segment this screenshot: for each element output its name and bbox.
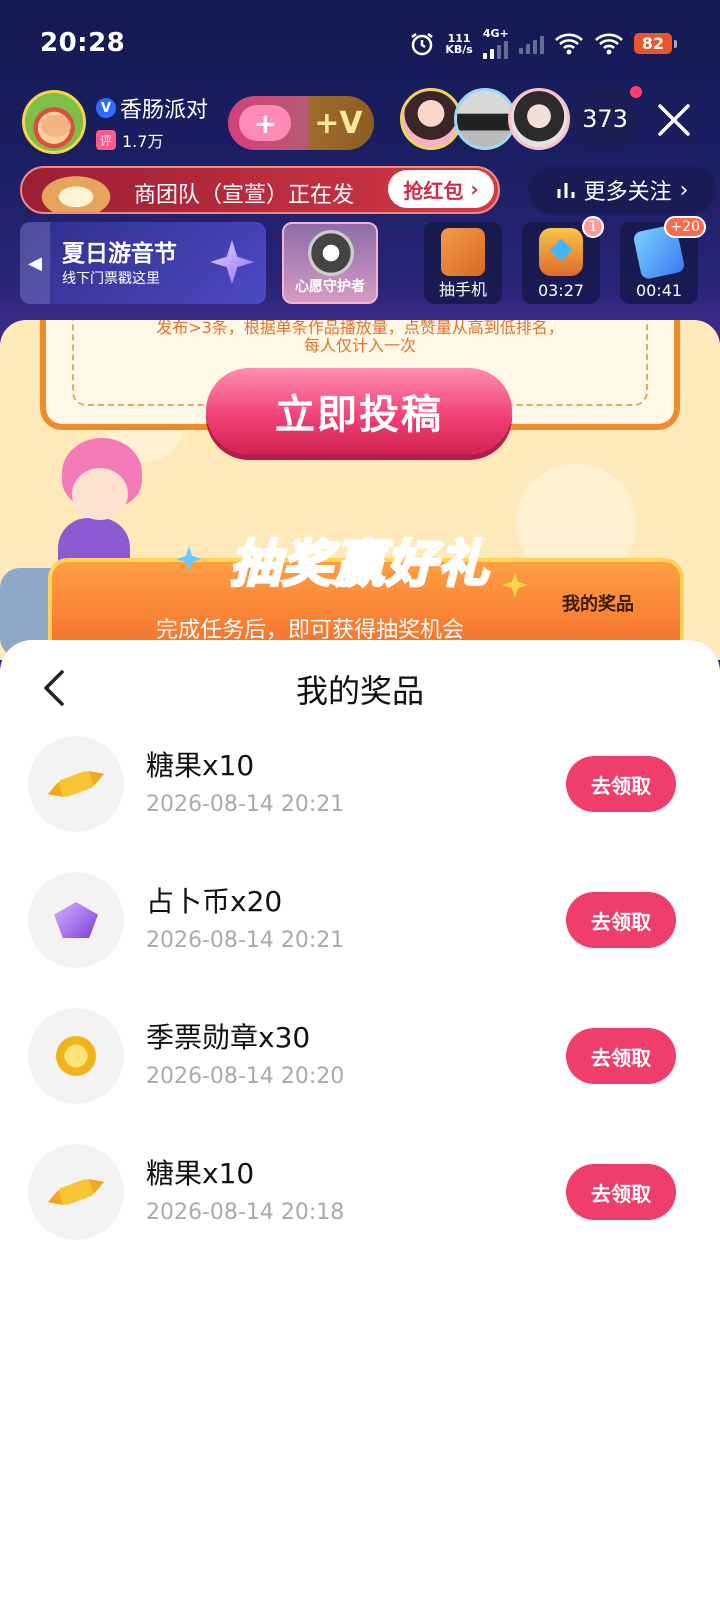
treasure-chest-activity[interactable]: 1 03:27	[522, 216, 604, 304]
mascot-face	[72, 468, 128, 520]
submit-now-button[interactable]: 立即投稿	[206, 368, 512, 454]
chest-count-badge: 1	[582, 216, 604, 238]
candy-icon	[54, 1176, 98, 1208]
collapse-left-icon[interactable]: ◀	[20, 222, 50, 304]
prize-icon-wrap	[28, 1008, 124, 1104]
festival-subtitle: 线下门票戳这里	[62, 271, 160, 287]
wifi-2-icon	[594, 33, 623, 54]
claim-button[interactable]: 去领取	[566, 1028, 676, 1084]
candy-icon	[54, 768, 98, 800]
prize-date: 2026-08-14 20:18	[146, 1200, 345, 1225]
grab-red-packet-button[interactable]: 抢红包 ›	[388, 170, 494, 208]
prize-row: 占卜币x20 2026-08-14 20:21 去领取	[0, 872, 720, 972]
viewer-avatar[interactable]	[508, 88, 570, 150]
notification-dot	[630, 86, 642, 98]
anchor-avatar[interactable]	[22, 90, 86, 154]
summer-festival-banner[interactable]: ◀ 夏日游音节 线下门票戳这里	[20, 222, 266, 304]
prize-icon-wrap	[28, 736, 124, 832]
net-speed-value: 111	[447, 31, 471, 45]
prize-icon-wrap	[28, 1144, 124, 1240]
anchor-info: V 香肠派对 评 1.7万	[96, 92, 208, 152]
prize-row: 季票勋章x30 2026-08-14 20:20 去领取	[0, 1008, 720, 1108]
wish-guardian-label: 心愿守护者	[295, 279, 365, 295]
angel-icon	[28, 168, 124, 212]
wifi-icon	[554, 33, 583, 54]
my-prizes-link[interactable]: 我的奖品	[562, 590, 634, 616]
festival-title: 夏日游音节	[62, 241, 177, 267]
prize-name: 糖果x10	[146, 1157, 255, 1190]
prize-row: 糖果x10 2026-08-14 20:21 去领取	[0, 736, 720, 836]
net-speed-unit: KB/s	[445, 42, 473, 56]
net-speed: 111 KB/s	[445, 33, 472, 55]
phone-icon	[441, 228, 485, 276]
ticket-bonus-badge: +20	[664, 216, 706, 238]
close-icon[interactable]	[652, 98, 696, 142]
prize-name: 糖果x10	[146, 749, 255, 782]
viewer-count[interactable]: 373	[572, 86, 638, 152]
prize-name: 占卜币x20	[146, 885, 283, 918]
anchor-name-row: V 香肠派对	[96, 92, 208, 124]
prize-name: 季票勋章x30	[146, 1021, 311, 1054]
follow-button[interactable]: + +V	[228, 96, 374, 150]
chest-timer: 03:27	[537, 281, 585, 300]
claim-button[interactable]: 去领取	[566, 892, 676, 948]
viewer-avatar[interactable]	[454, 88, 516, 150]
cell-signal: 4G+	[482, 27, 509, 59]
chevron-right-icon: ›	[463, 177, 479, 201]
chevron-right-icon: ›	[679, 177, 689, 203]
network-type: 4G+	[482, 27, 509, 40]
follow-v-label: +V	[314, 105, 363, 141]
sheet-title: 我的奖品	[295, 672, 424, 710]
event-webview: 发布>3条，根据单条作品播放量，点赞量从高到低排名， 每人仅计入一次 立即投稿 …	[0, 320, 720, 660]
anchor-sub-row: 评 1.7万	[96, 128, 208, 152]
my-prizes-sheet: 我的奖品 糖果x10 2026-08-14 20:21 去领取 占卜币x20 2…	[0, 640, 720, 1600]
lucky-phone-activity[interactable]: 抽手机	[424, 222, 502, 304]
status-bar: 20:28 111 KB/s 4G+ 82	[0, 0, 720, 90]
ticket-activity[interactable]: +20 00:41	[620, 216, 706, 304]
battery-icon: 82	[633, 33, 678, 54]
rating-badge: 评	[96, 130, 116, 150]
heart-plus-icon: +	[239, 105, 292, 141]
ticket-timer: 00:41	[635, 281, 683, 300]
guardian-avatar	[308, 230, 354, 276]
prize-date: 2026-08-14 20:21	[146, 792, 345, 817]
prize-date: 2026-08-14 20:21	[146, 928, 345, 953]
status-icons: 111 KB/s 4G+ 82	[409, 27, 678, 59]
follower-count: 1.7万	[122, 132, 164, 151]
prize-date: 2026-08-14 20:20	[146, 1064, 345, 1089]
divination-coin-icon	[54, 902, 98, 938]
lottery-title: 抽奖赢好礼	[229, 534, 490, 595]
claim-button[interactable]: 去领取	[566, 1164, 676, 1220]
more-follow-label: 更多关注	[583, 180, 672, 205]
anchor-card[interactable]: V 香肠派对 评 1.7万	[22, 90, 208, 154]
star-icon	[210, 240, 254, 284]
rules-text-line2: 每人仅计入一次	[303, 336, 416, 355]
signal-bars-icon	[482, 39, 509, 59]
anchor-name: 香肠派对	[120, 98, 209, 123]
verified-icon: V	[96, 98, 116, 118]
banner-text: 商团队（宣萱）正在发	[134, 183, 355, 208]
claim-button[interactable]: 去领取	[566, 756, 676, 812]
season-medal-icon	[56, 1036, 96, 1076]
top-viewers[interactable]	[400, 88, 570, 150]
status-time: 20:28	[40, 28, 126, 58]
phone-label: 抽手机	[438, 280, 487, 299]
prize-icon-wrap	[28, 872, 124, 968]
more-follow-button[interactable]: 更多关注 ›	[528, 166, 716, 214]
treasure-chest-icon	[539, 228, 583, 276]
bar-chart-icon	[557, 183, 575, 198]
live-room-screen: 20:28 111 KB/s 4G+ 82 V 香肠派对 评 1.7万 + +V…	[0, 0, 720, 1600]
viewer-avatar[interactable]	[400, 88, 462, 150]
alarm-icon	[411, 32, 434, 55]
signal-bars-2-icon	[518, 34, 544, 54]
prize-row: 糖果x10 2026-08-14 20:18 去领取	[0, 1144, 720, 1244]
wish-guardian-card[interactable]: 心愿守护者	[282, 222, 378, 304]
grab-red-packet-label: 抢红包	[403, 178, 464, 203]
